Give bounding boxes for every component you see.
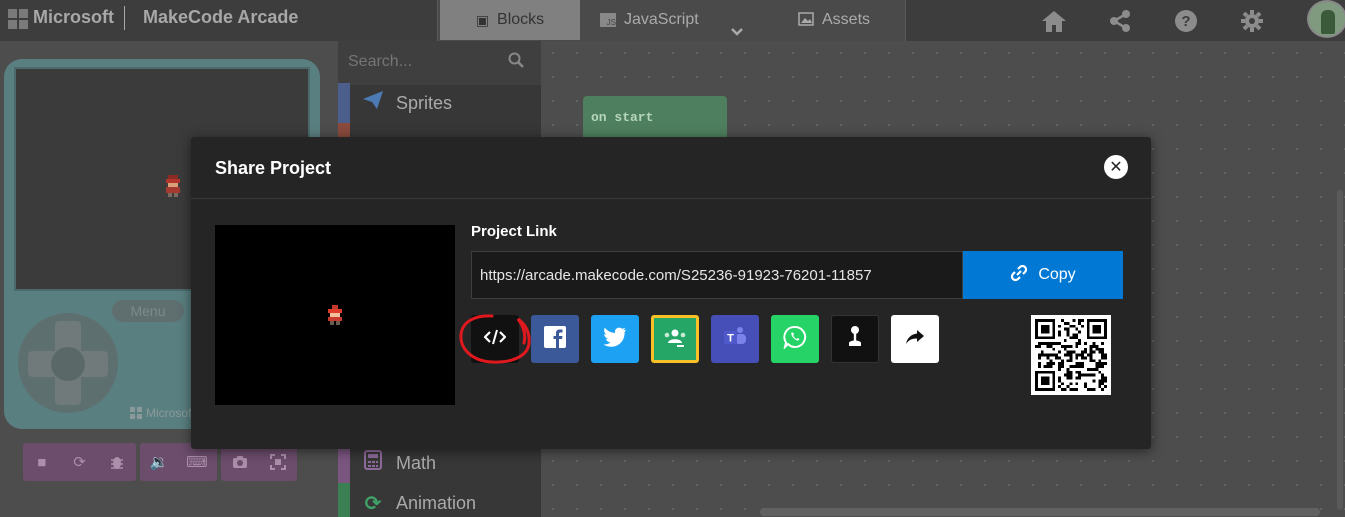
qr-code (1031, 315, 1111, 395)
microsoft-teams-share-button[interactable]: T (711, 315, 759, 363)
puzzle-icon: ▣ (475, 11, 490, 28)
microsoft-logo-icon (130, 407, 142, 419)
kiosk-share-button[interactable] (831, 315, 879, 363)
category-sprites[interactable]: Sprites (338, 83, 541, 123)
category-math[interactable]: Math (338, 443, 541, 483)
project-link-label: Project Link (471, 223, 557, 240)
facebook-share-button[interactable] (531, 315, 579, 363)
vertical-scrollbar[interactable] (1337, 190, 1343, 510)
image-icon (798, 11, 814, 29)
simulator-toolbar-main: ■ ⟳ (23, 443, 136, 481)
simulator-brand: Microsoft (130, 406, 195, 420)
google-classroom-share-button[interactable] (651, 315, 699, 363)
sprite-character-icon (166, 175, 180, 197)
app-name[interactable]: MakeCode Arcade (143, 7, 298, 28)
restart-icon[interactable]: ⟳ (61, 443, 99, 481)
share-project-dialog: Share Project ✕ Project Link Copy (191, 137, 1151, 449)
paper-plane-icon (362, 90, 384, 116)
calculator-icon (362, 450, 384, 476)
tab-assets-label: Assets (822, 11, 871, 28)
project-link-field[interactable] (471, 251, 963, 299)
category-label: Math (396, 452, 437, 473)
search-icon[interactable] (508, 52, 524, 73)
project-preview (215, 225, 455, 405)
tab-javascript[interactable]: JS JavaScript (600, 0, 699, 40)
google-classroom-icon (662, 326, 688, 353)
user-avatar[interactable] (1307, 0, 1345, 38)
share-arrow-icon (905, 329, 925, 350)
on-start-block[interactable]: on start (583, 96, 727, 140)
tab-blocks[interactable]: ▣ Blocks (440, 0, 580, 40)
settings-icon[interactable] (1237, 6, 1267, 36)
sound-icon[interactable]: 🔉 (140, 443, 178, 481)
stop-icon[interactable]: ■ (23, 443, 61, 481)
editor-tabs: ▣ Blocks JS JavaScript Assets (437, 0, 906, 42)
dpad-control[interactable] (18, 313, 118, 413)
teams-icon: T (722, 326, 748, 353)
home-icon[interactable] (1039, 6, 1069, 36)
tab-assets[interactable]: Assets (798, 0, 870, 40)
category-animation[interactable]: ⟳ Animation (338, 483, 541, 517)
help-icon[interactable]: ? (1171, 6, 1201, 36)
dialog-header: Share Project ✕ (191, 137, 1151, 199)
category-label: Animation (396, 492, 477, 513)
search-input[interactable] (348, 49, 498, 75)
sprite-character-icon (328, 305, 342, 325)
link-icon (1010, 264, 1028, 287)
brand-divider (124, 6, 125, 30)
brand-label: Microsoft (33, 7, 114, 27)
toolbox-search (338, 41, 541, 85)
refresh-icon: ⟳ (364, 492, 382, 515)
whatsapp-icon (783, 325, 807, 354)
microsoft-logo-icon (8, 9, 28, 29)
svg-text:T: T (727, 332, 734, 344)
twitter-share-button[interactable] (591, 315, 639, 363)
svg-text:?: ? (1181, 13, 1190, 30)
simulator-brand-label: Microsoft (146, 406, 195, 420)
copy-button-label: Copy (1038, 266, 1076, 283)
copy-button[interactable]: Copy (963, 251, 1123, 299)
twitter-icon (603, 327, 627, 352)
top-bar: Microsoft MakeCode Arcade ▣ Blocks JS Ja… (0, 0, 1345, 42)
simulator-menu-button[interactable]: Menu (112, 300, 184, 322)
js-icon: JS (600, 13, 616, 27)
share-icon[interactable] (1105, 6, 1135, 36)
close-icon[interactable]: ✕ (1104, 155, 1128, 179)
horizontal-scrollbar[interactable] (760, 508, 1320, 516)
whatsapp-share-button[interactable] (771, 315, 819, 363)
dialog-title: Share Project (215, 158, 332, 178)
category-label: Sprites (396, 92, 453, 113)
more-share-button[interactable] (891, 315, 939, 363)
tab-javascript-label: JavaScript (624, 11, 699, 28)
facebook-icon (544, 325, 566, 353)
annotation-circle (459, 314, 531, 364)
tab-blocks-label: Blocks (497, 11, 545, 28)
joystick-icon (845, 325, 865, 354)
debug-icon[interactable] (98, 443, 136, 481)
